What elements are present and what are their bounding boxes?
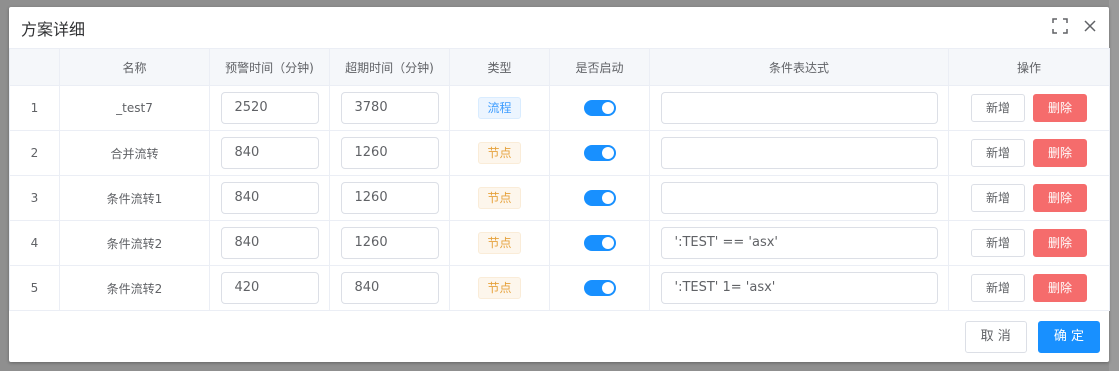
switch-knob bbox=[601, 147, 614, 159]
enabled-switch[interactable] bbox=[583, 100, 616, 116]
table-row: 4 条件流转2 840 1260 节点 ':TEST' == 'asx' 新增 删除 bbox=[9, 220, 1110, 266]
overdue-time-input[interactable]: 840 bbox=[340, 272, 439, 304]
row-name: 合并流转 bbox=[59, 130, 210, 176]
enabled-switch[interactable] bbox=[583, 190, 616, 206]
cancel-button[interactable]: 取 消 bbox=[964, 321, 1027, 353]
header-index bbox=[9, 48, 60, 86]
overdue-time-input[interactable]: 1260 bbox=[340, 182, 439, 214]
header-overdue-time: 超期时间（分钟) bbox=[329, 48, 450, 86]
delete-button[interactable]: 删除 bbox=[1033, 139, 1088, 167]
add-button[interactable]: 新增 bbox=[970, 184, 1025, 212]
plan-detail-dialog: 方案详细 名称 预警时间（分钟) 超期时间（分钟) 类型 是否启动 条件表达式 … bbox=[9, 7, 1110, 362]
overdue-time-input[interactable]: 1260 bbox=[340, 227, 439, 259]
row-name: 条件流转1 bbox=[59, 175, 210, 221]
row-index: 2 bbox=[9, 130, 60, 176]
type-tag: 节点 bbox=[478, 277, 521, 299]
row-index: 1 bbox=[9, 85, 60, 131]
row-name: _test7 bbox=[59, 85, 210, 131]
expression-input[interactable] bbox=[660, 92, 938, 124]
dialog-title: 方案详细 bbox=[21, 20, 86, 39]
header-actions: 操作 bbox=[948, 48, 1110, 86]
row-name: 条件流转2 bbox=[59, 265, 210, 311]
add-button[interactable]: 新增 bbox=[970, 139, 1025, 167]
enabled-switch[interactable] bbox=[583, 235, 616, 251]
row-name: 条件流转2 bbox=[59, 220, 210, 266]
overdue-time-input[interactable]: 1260 bbox=[340, 137, 439, 169]
header-enabled: 是否启动 bbox=[549, 48, 650, 86]
type-tag: 流程 bbox=[478, 97, 521, 119]
switch-knob bbox=[601, 237, 614, 249]
header-warn-time: 预警时间（分钟) bbox=[209, 48, 330, 86]
fullscreen-icon[interactable] bbox=[1051, 17, 1069, 35]
type-tag: 节点 bbox=[478, 232, 521, 254]
enabled-switch[interactable] bbox=[583, 280, 616, 296]
add-button[interactable]: 新增 bbox=[970, 229, 1025, 257]
expression-input[interactable]: ':TEST' 1= 'asx' bbox=[660, 272, 938, 304]
switch-knob bbox=[601, 192, 614, 204]
row-index: 3 bbox=[9, 175, 60, 221]
add-button[interactable]: 新增 bbox=[970, 274, 1025, 302]
plan-table: 名称 预警时间（分钟) 超期时间（分钟) 类型 是否启动 条件表达式 操作 1 _… bbox=[9, 48, 1110, 311]
table-row: 3 条件流转1 840 1260 节点 新增 删除 bbox=[9, 175, 1110, 221]
add-button[interactable]: 新增 bbox=[970, 94, 1025, 122]
type-tag: 节点 bbox=[478, 187, 521, 209]
header-type: 类型 bbox=[449, 48, 550, 86]
table-row: 2 合并流转 840 1260 节点 新增 删除 bbox=[9, 130, 1110, 176]
delete-button[interactable]: 删除 bbox=[1033, 94, 1088, 122]
warn-time-input[interactable]: 840 bbox=[220, 137, 319, 169]
table-row: 1 _test7 2520 3780 流程 新增 删除 bbox=[9, 85, 1110, 131]
close-icon[interactable] bbox=[1081, 17, 1099, 35]
warn-time-input[interactable]: 840 bbox=[220, 182, 319, 214]
row-index: 4 bbox=[9, 220, 60, 266]
warn-time-input[interactable]: 840 bbox=[220, 227, 319, 259]
header-name: 名称 bbox=[59, 48, 210, 86]
switch-knob bbox=[601, 282, 614, 294]
table-row: 5 条件流转2 420 840 节点 ':TEST' 1= 'asx' 新增 删除 bbox=[9, 265, 1110, 311]
header-expression: 条件表达式 bbox=[649, 48, 949, 86]
expression-input[interactable] bbox=[660, 182, 938, 214]
row-index: 5 bbox=[9, 265, 60, 311]
expression-input[interactable]: ':TEST' == 'asx' bbox=[660, 227, 938, 259]
dialog-header: 方案详细 bbox=[9, 7, 1109, 47]
type-tag: 节点 bbox=[478, 142, 521, 164]
expression-input[interactable] bbox=[660, 137, 938, 169]
table-header-row: 名称 预警时间（分钟) 超期时间（分钟) 类型 是否启动 条件表达式 操作 bbox=[9, 48, 1110, 86]
confirm-button[interactable]: 确 定 bbox=[1037, 321, 1100, 353]
background-page bbox=[1109, 0, 1119, 371]
enabled-switch[interactable] bbox=[583, 145, 616, 161]
delete-button[interactable]: 删除 bbox=[1033, 184, 1088, 212]
overdue-time-input[interactable]: 3780 bbox=[340, 92, 439, 124]
switch-knob bbox=[601, 102, 614, 114]
delete-button[interactable]: 删除 bbox=[1033, 229, 1088, 257]
delete-button[interactable]: 删除 bbox=[1033, 274, 1088, 302]
dialog-footer: 取 消 确 定 bbox=[964, 321, 1100, 353]
warn-time-input[interactable]: 420 bbox=[220, 272, 319, 304]
warn-time-input[interactable]: 2520 bbox=[220, 92, 319, 124]
